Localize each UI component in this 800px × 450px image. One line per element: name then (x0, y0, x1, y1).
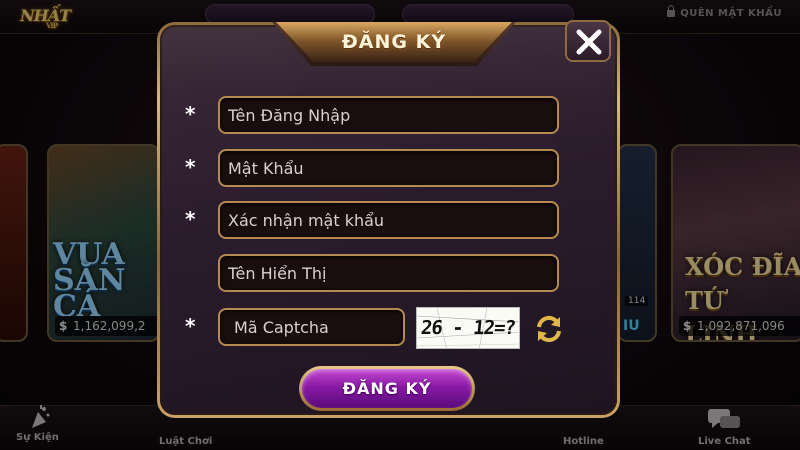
refresh-icon (537, 315, 561, 343)
display-name-field (218, 254, 559, 292)
register-submit-button[interactable]: ĐĂNG KÝ (299, 366, 475, 411)
app-screen: NHẤT VIP QUÊN MẬT KHẨU VUA SĂN CÁ 1,162,… (0, 0, 800, 450)
captcha-input[interactable] (220, 310, 403, 344)
register-submit-label: ĐĂNG KÝ (302, 369, 472, 408)
required-marker-captcha: * (185, 314, 196, 338)
display-name-input[interactable] (220, 256, 557, 290)
dialog-title: ĐĂNG KÝ (341, 31, 447, 53)
confirm-password-input[interactable] (220, 203, 557, 237)
username-input[interactable] (220, 98, 557, 132)
required-marker-confirm: * (185, 207, 196, 231)
captcha-text: 26 - 12=? (419, 317, 517, 339)
password-field (218, 149, 559, 187)
close-button[interactable] (565, 20, 611, 62)
required-marker-password: * (185, 155, 196, 179)
required-marker-username: * (185, 102, 196, 126)
refresh-captcha-button[interactable] (533, 313, 565, 345)
captcha-image: 26 - 12=? (416, 307, 520, 349)
close-icon (576, 29, 602, 55)
confirm-password-field (218, 201, 559, 239)
password-input[interactable] (220, 151, 557, 185)
captcha-field (218, 308, 405, 346)
username-field (218, 96, 559, 134)
